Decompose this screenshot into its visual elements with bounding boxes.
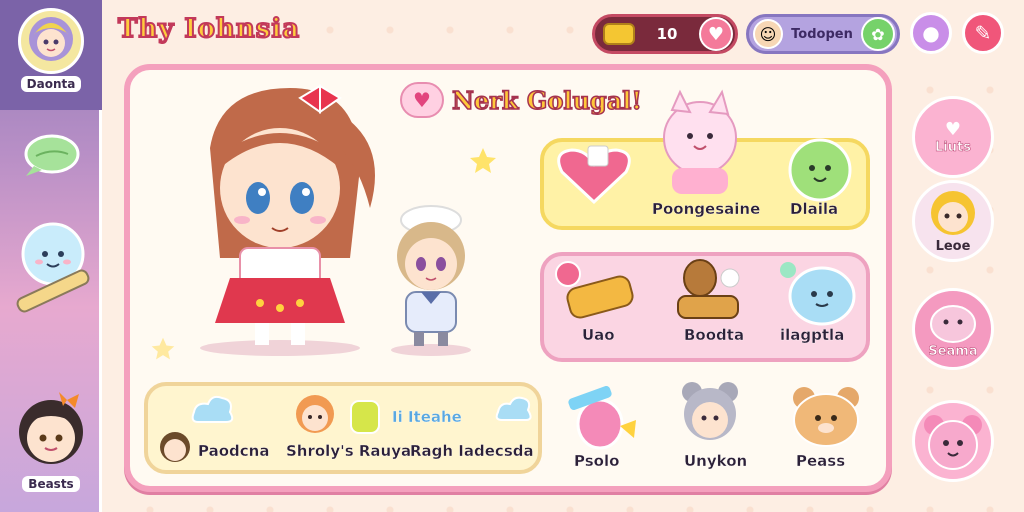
bottom-card-label: Shroly's Rauya [286,442,412,460]
yellow-card-label: Dlaila [790,200,839,218]
friend-avatar-icon [160,432,190,462]
blue-ghost-icon [780,262,856,326]
coin-icon [603,23,635,45]
bread-icon [555,261,634,319]
boy-avatar-icon [9,390,93,474]
companion-character-chef[interactable] [376,200,486,360]
right-button-2[interactable]: Seama [912,288,994,370]
pink-card-label: ilagptla [780,326,845,344]
free-item-label: Unykon [684,452,748,470]
free-item-0[interactable] [562,386,644,452]
sidebar-item-ghost[interactable] [0,214,102,326]
pink-monster-icon [930,304,976,343]
sidebar-item-label: Daonta [20,76,82,92]
pink-card-label: Uao [582,326,615,344]
bottom-card-label: Ragh Iadecsda [410,442,534,460]
yellow-card-label: Poongesaine [652,200,761,218]
ghost-wand-icon [5,214,97,326]
left-sidebar: Daonta Beasts [0,0,102,512]
sidebar-item-profile[interactable]: Daonta [0,0,102,110]
heart-icon: ♥ [944,119,962,140]
bottom-card-item-0[interactable] [158,430,192,464]
green-blob-icon [788,138,852,202]
right-button-0[interactable]: ♥ Liuts [912,96,994,178]
clover-button[interactable]: ✿ [861,17,895,51]
coin-value: 10 [656,25,678,43]
blonde-girl-icon [931,190,975,235]
wooden-tool-icon [677,259,740,319]
gray-mouse-icon [682,382,738,440]
right-button-3[interactable] [912,400,994,482]
coin-counter: 10 ♥ [592,14,738,54]
free-item-1[interactable] [672,380,752,450]
cloud-icon [495,396,532,421]
add-coins-button[interactable]: ♥ [699,17,733,51]
settings-icon[interactable]: ✎ [962,12,1004,54]
candy-egg-icon [568,386,636,450]
game-title: Thy Iohnsia [117,13,301,45]
yellow-card-item-1[interactable] [780,136,862,206]
sidebar-item-beasts[interactable]: Beasts [0,390,102,492]
pink-bear-icon [924,415,982,470]
girl-avatar-icon [18,8,84,74]
free-item-label: Psolo [574,452,620,470]
hamster-icon [793,387,859,447]
bottom-card-badge: Ii Iteahe [392,408,462,426]
star-icon [470,148,496,173]
right-button-label: Seama [928,343,978,359]
leaf-icon [20,130,82,180]
yellow-card-item-0[interactable] [552,144,636,206]
cloud-icon [191,395,234,423]
sidebar-item-label: Beasts [22,476,80,492]
pink-card-label: Boodta [684,326,745,344]
bottom-card-label: Paodcna [198,442,270,460]
heart-bubble-icon: ♥ [400,82,444,118]
lime-box-icon [350,400,380,434]
main-character-girl[interactable] [180,78,380,358]
user-profile-pill[interactable]: ☺ Todopen ✿ [746,14,900,54]
user-avatar-icon: ☺ [753,19,783,49]
chat-icon[interactable]: ● [910,12,952,54]
pink-card-item-2[interactable] [776,256,860,328]
heart-gift-icon [557,145,631,205]
free-item-label: Peass [796,452,846,470]
free-item-2[interactable] [784,384,868,450]
right-button-1[interactable]: Leoe [912,180,994,262]
star-icon [151,337,175,360]
orange-girl-icon [296,395,334,433]
pink-card-item-1[interactable] [668,256,748,328]
username: Todopen [791,26,853,42]
sidebar-item-leaf[interactable] [0,130,102,180]
pink-card-item-0[interactable] [552,258,642,328]
right-button-label: Liuts [935,140,971,156]
right-button-label: Leoe [935,238,971,254]
